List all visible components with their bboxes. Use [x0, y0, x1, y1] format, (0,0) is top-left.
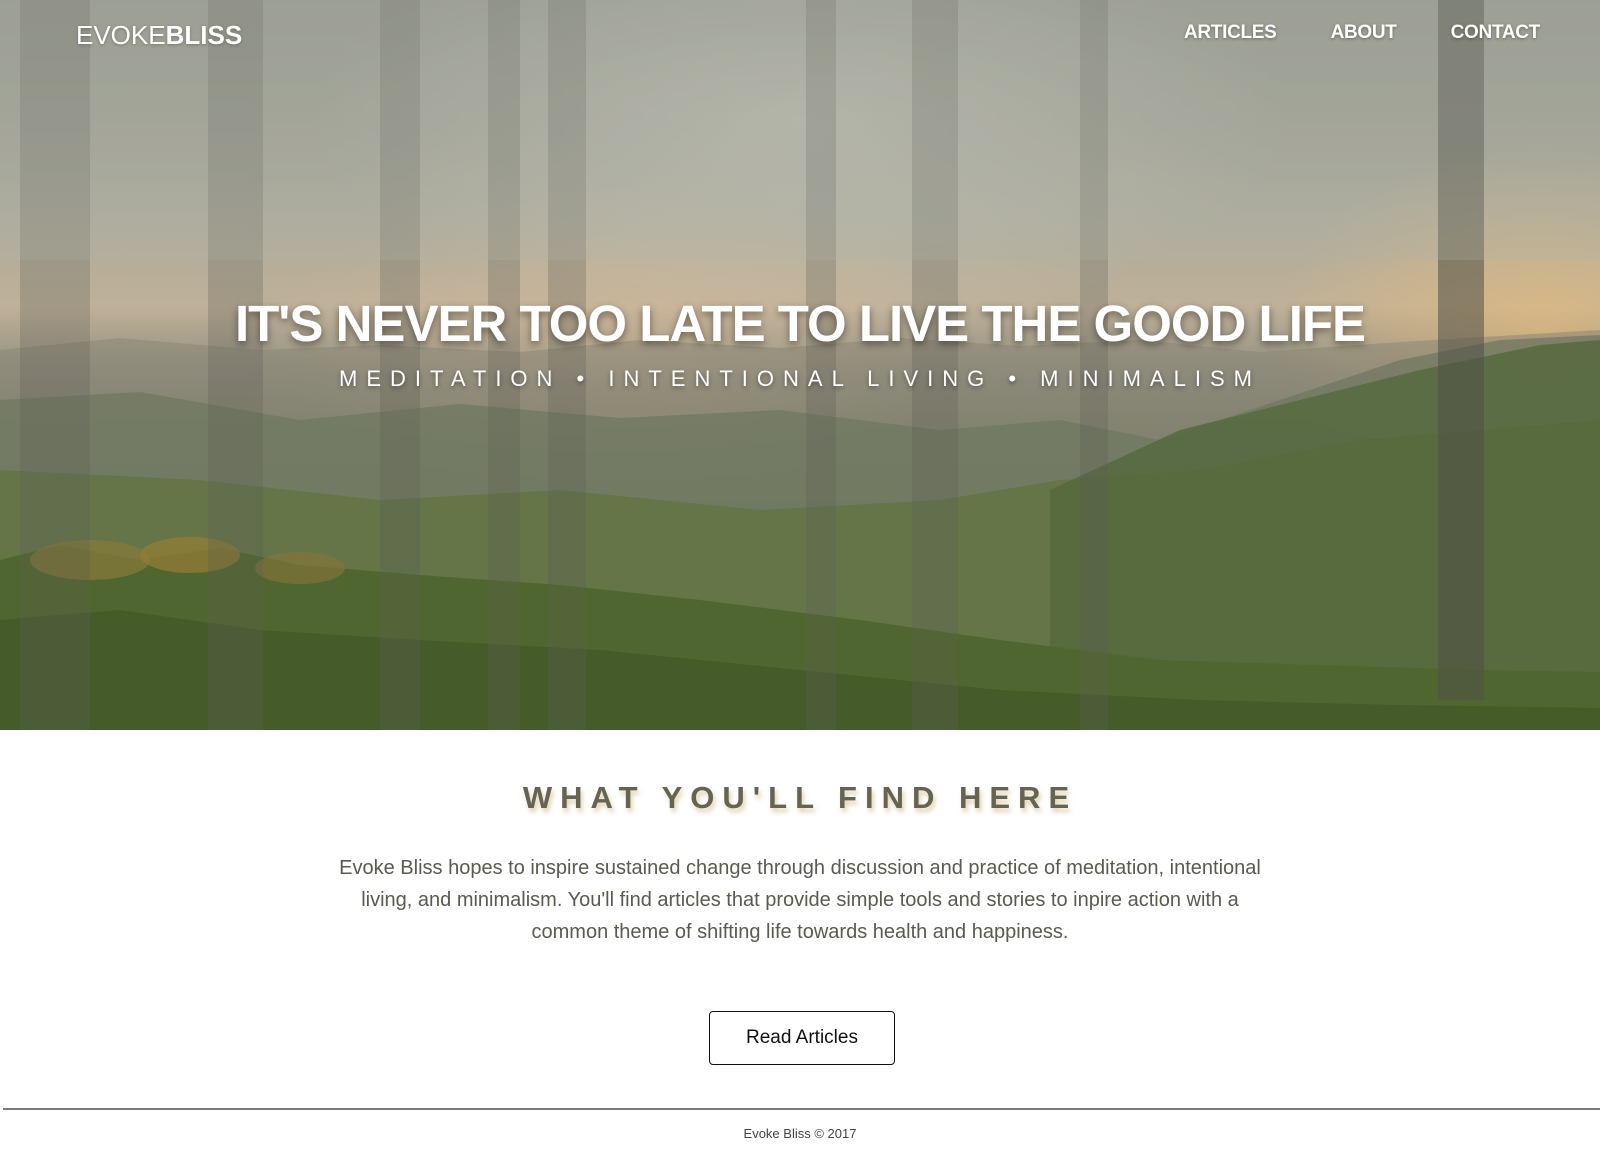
hero-overlay	[0, 0, 1600, 730]
hero-title: IT'S NEVER TOO LATE TO LIVE THE GOOD LIF…	[234, 295, 1366, 352]
hero-subtitle: MEDITATION • INTENTIONAL LIVING • MINIMA…	[339, 366, 1261, 391]
nav-link-contact[interactable]: CONTACT	[1451, 22, 1541, 44]
section-heading: WHAT YOU'LL FIND HERE	[522, 780, 1078, 815]
logo-word-evoke: EVOKE	[76, 20, 166, 50]
nav-link-about[interactable]: ABOUT	[1331, 22, 1397, 44]
site-logo[interactable]: EVOKEBLISS	[76, 20, 242, 51]
read-articles-button[interactable]: Read Articles	[709, 1011, 895, 1065]
intro-paragraph: Evoke Bliss hopes to inspire sustained c…	[339, 857, 1261, 943]
nav-link-articles[interactable]: ARTICLES	[1184, 22, 1277, 44]
main-nav: ARTICLES ABOUT CONTACT	[1184, 22, 1540, 44]
footer-copyright: Evoke Bliss © 2017	[743, 1126, 857, 1141]
footer-divider	[3, 1108, 1600, 1110]
logo-word-bliss: BLISS	[165, 20, 243, 50]
hero-banner: EVOKEBLISS ARTICLES ABOUT CONTACT IT'S N…	[0, 0, 1600, 730]
